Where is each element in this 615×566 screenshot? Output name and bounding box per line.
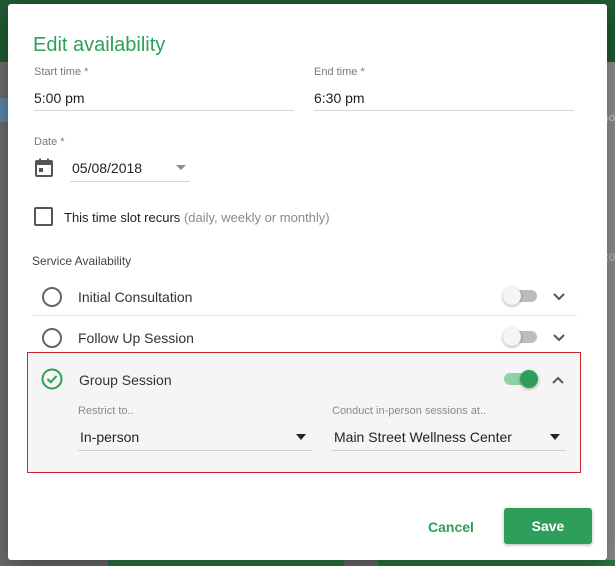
background-text-fragment: :0 [605,252,615,264]
recurs-label-text: This time slot recurs [64,210,181,225]
chevron-down-icon [176,165,186,170]
calendar-icon[interactable] [34,158,54,178]
caret-down-icon [296,434,306,440]
location-value: Main Street Wellness Center [334,429,512,445]
restrict-label: Restrict to.. [78,405,134,417]
cancel-button[interactable]: Cancel [414,513,488,541]
radio-unselected-icon[interactable] [42,328,62,348]
background-bottom-fragment [108,560,344,566]
restrict-value: In-person [80,429,140,445]
toggle-thumb [503,287,521,305]
background-left-fragment [0,98,8,122]
service-name: Initial Consultation [78,289,193,305]
dialog-title: Edit availability [33,34,166,56]
location-select[interactable]: Main Street Wellness Center [332,423,566,451]
service-toggle[interactable] [503,287,537,305]
recurs-label: This time slot recurs (daily, weekly or … [64,210,330,225]
chevron-up-icon[interactable] [550,372,566,388]
location-label: Conduct in-person sessions at.. [332,405,487,417]
toggle-thumb [503,328,521,346]
edit-availability-dialog: Edit availability Start time * 5:00 pm E… [8,4,607,560]
save-button[interactable]: Save [504,508,592,544]
service-toggle[interactable] [503,328,537,346]
service-availability-label: Service Availability [32,254,132,268]
end-time-label: End time * [314,66,365,78]
service-toggle[interactable] [504,370,538,388]
recurs-hint: (daily, weekly or monthly) [183,210,330,225]
background-right-fragment [607,62,615,566]
service-row-initial-consultation[interactable]: Initial Consultation [32,276,577,316]
recurs-checkbox[interactable] [34,207,53,226]
start-time-label: Start time * [34,66,89,78]
chevron-down-icon[interactable] [551,289,567,305]
service-name: Group Session [79,372,172,388]
service-row-group-session[interactable]: Group Session Restrict to.. In-person Co… [27,352,581,473]
chevron-down-icon[interactable] [551,330,567,346]
check-circle-icon[interactable] [41,368,63,390]
end-time-input[interactable]: 6:30 pm [314,90,574,111]
date-label: Date * [34,136,65,148]
service-name: Follow Up Session [78,330,194,346]
service-row-follow-up-session[interactable]: Follow Up Session [32,317,577,357]
date-picker[interactable]: 05/08/2018 [70,154,190,182]
radio-unselected-icon[interactable] [42,287,62,307]
restrict-select[interactable]: In-person [78,423,312,451]
toggle-thumb [520,370,538,388]
caret-down-icon [550,434,560,440]
background-bottom-fragment [378,560,615,566]
start-time-input[interactable]: 5:00 pm [34,90,294,111]
date-value: 05/08/2018 [72,160,143,176]
